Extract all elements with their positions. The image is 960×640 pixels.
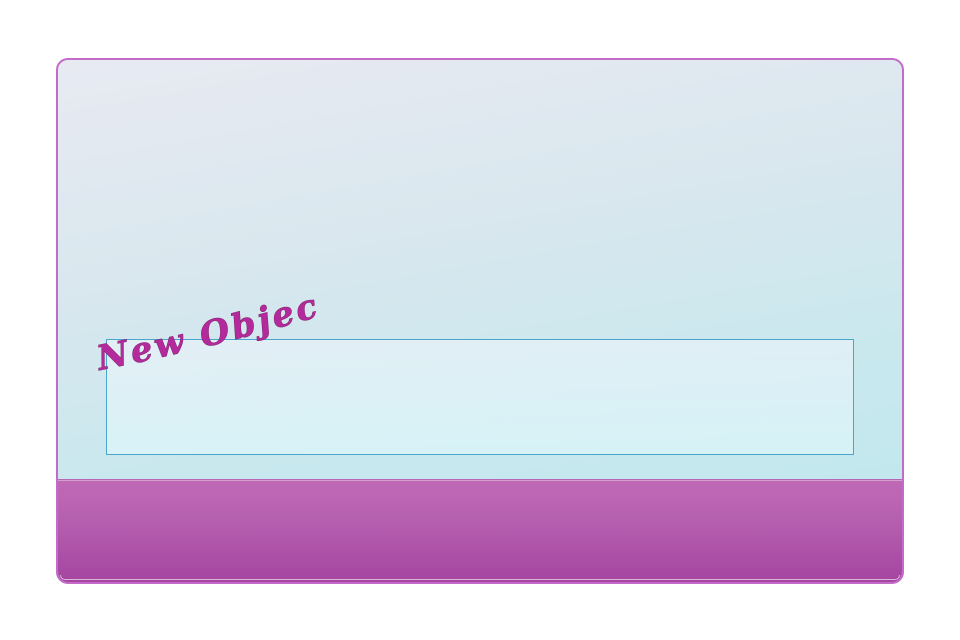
slide-frame: New Object — [56, 58, 904, 584]
wordart-text: New Object — [85, 259, 325, 379]
wordart-new-object[interactable]: New Object — [84, 259, 334, 380]
wordart-textpath: New Object — [84, 259, 322, 380]
bottom-bar — [58, 479, 902, 582]
